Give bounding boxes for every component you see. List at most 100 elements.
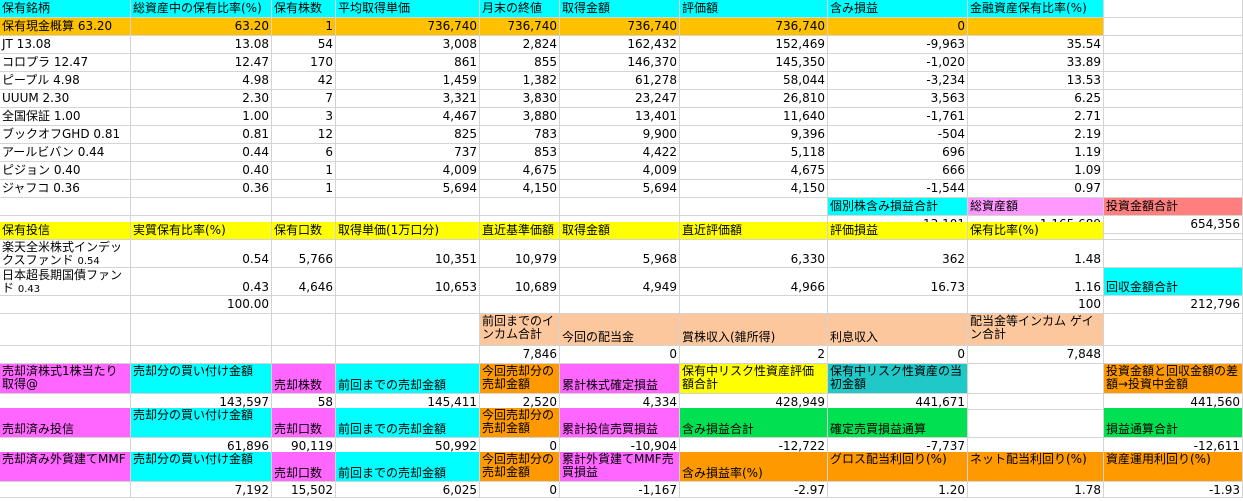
holding-row-cell[interactable]: 737 bbox=[336, 144, 480, 162]
empty-cell[interactable] bbox=[1104, 54, 1243, 72]
holding-row-cell[interactable]: 26,810 bbox=[680, 90, 828, 108]
empty-cell[interactable] bbox=[272, 198, 336, 216]
holding-row-cell[interactable]: 2.30 bbox=[131, 90, 272, 108]
holding-row-cell[interactable]: 4,009 bbox=[560, 162, 680, 180]
funds-header-cell[interactable]: 保有口数 bbox=[272, 222, 336, 240]
holding-row-cell[interactable]: 666 bbox=[828, 162, 968, 180]
sales-label-cell[interactable]: 累計株式確定損益 bbox=[560, 364, 680, 394]
holding-row-cell[interactable]: アールビバン 0.44 bbox=[0, 144, 131, 162]
cash-row-cell[interactable] bbox=[968, 18, 1104, 36]
fund-row-cell[interactable]: 4,949 bbox=[560, 268, 680, 296]
fund-holding-total[interactable]: 100 bbox=[968, 296, 1104, 314]
sales-value-cell[interactable]: -1.93 bbox=[1104, 482, 1243, 498]
cash-row-cell[interactable]: 736,740 bbox=[480, 18, 560, 36]
empty-cell[interactable] bbox=[560, 198, 680, 216]
holding-row-cell[interactable]: 145,350 bbox=[680, 54, 828, 72]
holding-row-cell[interactable]: 162,432 bbox=[560, 36, 680, 54]
holding-row-cell[interactable]: 54 bbox=[272, 36, 336, 54]
empty-cell[interactable] bbox=[336, 346, 480, 364]
holding-row-cell[interactable]: 9,396 bbox=[680, 126, 828, 144]
holdings-header-cell[interactable]: 平均取得単価 bbox=[336, 0, 480, 18]
sales-label-cell[interactable]: 確定売買損益通算 bbox=[828, 408, 968, 438]
holding-row-cell[interactable]: UUUM 2.30 bbox=[0, 90, 131, 108]
empty-cell[interactable] bbox=[480, 296, 560, 314]
fund-row-cell[interactable]: 1.16 bbox=[968, 268, 1104, 296]
sales-label-cell[interactable]: 今回売却分の売却金額 bbox=[480, 408, 560, 438]
sales-value-cell[interactable]: 1.78 bbox=[968, 482, 1104, 498]
holding-row-cell[interactable]: 0.44 bbox=[131, 144, 272, 162]
holding-row-cell[interactable]: 1,459 bbox=[336, 72, 480, 90]
holding-row-cell[interactable]: 58,044 bbox=[680, 72, 828, 90]
funds-header-cell[interactable]: 実質保有比率(%) bbox=[131, 222, 272, 240]
income-value-cell[interactable]: 0 bbox=[828, 346, 968, 364]
sales-label-cell[interactable]: 損益通算合計 bbox=[1104, 408, 1243, 438]
fund-row-cell[interactable]: 10,689 bbox=[480, 268, 560, 296]
holding-row-cell[interactable]: 5,118 bbox=[680, 144, 828, 162]
fund-name-cell[interactable]: 日本超長期国債ファンド 0.43 bbox=[0, 268, 131, 296]
holding-row-cell[interactable]: 825 bbox=[336, 126, 480, 144]
holding-row-cell[interactable]: 4,467 bbox=[336, 108, 480, 126]
sales-label-cell[interactable]: 売却口数 bbox=[272, 408, 336, 438]
fund-row-cell[interactable]: 4,646 bbox=[272, 268, 336, 296]
cash-row-cell[interactable]: 736,740 bbox=[680, 18, 828, 36]
income-interest-label[interactable]: 利息収入 bbox=[828, 314, 968, 346]
empty-cell[interactable] bbox=[1104, 144, 1243, 162]
holding-row-cell[interactable]: 13.53 bbox=[968, 72, 1104, 90]
income-gain-total-label[interactable]: 配当金等インカム ゲイン合計 bbox=[968, 314, 1104, 346]
sales-label-cell[interactable]: 前回までの売却金額 bbox=[336, 408, 480, 438]
holding-row-cell[interactable]: 9,900 bbox=[560, 126, 680, 144]
holding-row-cell[interactable]: 6.25 bbox=[968, 90, 1104, 108]
sales-label-cell[interactable]: 累計外貨建てMMF売買損益 bbox=[560, 452, 680, 482]
sales-label-cell[interactable]: 売却分の買い付け金額 bbox=[131, 408, 272, 438]
sales-label-cell[interactable]: 売却口数 bbox=[272, 452, 336, 482]
fund-row-cell[interactable]: 10,351 bbox=[336, 240, 480, 268]
sales-label-cell[interactable]: グロス配当利回り(%) bbox=[828, 452, 968, 482]
empty-cell[interactable] bbox=[336, 296, 480, 314]
holding-row-cell[interactable]: 0.36 bbox=[131, 180, 272, 198]
holding-row-cell[interactable]: -504 bbox=[828, 126, 968, 144]
income-value-cell[interactable]: 7,848 bbox=[968, 346, 1104, 364]
fund-row-cell[interactable]: 0.43 bbox=[131, 268, 272, 296]
fund-row-cell[interactable]: 5,766 bbox=[272, 240, 336, 268]
empty-cell[interactable] bbox=[828, 296, 968, 314]
funds-header-cell[interactable]: 直近評価額 bbox=[680, 222, 828, 240]
holding-row-cell[interactable]: 3,321 bbox=[336, 90, 480, 108]
holding-row-cell[interactable]: 1,382 bbox=[480, 72, 560, 90]
holding-row-cell[interactable]: 61,278 bbox=[560, 72, 680, 90]
holding-row-cell[interactable]: 3,008 bbox=[336, 36, 480, 54]
holding-row-cell[interactable]: 5,694 bbox=[336, 180, 480, 198]
investment-total-label[interactable]: 投資金額合計 bbox=[1104, 198, 1243, 216]
holding-row-cell[interactable]: 1 bbox=[272, 162, 336, 180]
holding-row-cell[interactable]: 4,009 bbox=[336, 162, 480, 180]
holding-row-cell[interactable]: 3,880 bbox=[480, 108, 560, 126]
funds-header-cell[interactable]: 保有投信 bbox=[0, 222, 131, 240]
holding-row-cell[interactable]: ピープル 4.98 bbox=[0, 72, 131, 90]
cash-row-cell[interactable]: 1 bbox=[272, 18, 336, 36]
sales-label-cell[interactable]: 保有中リスク性資産評価額合計 bbox=[680, 364, 828, 394]
holding-row-cell[interactable]: 33.89 bbox=[968, 54, 1104, 72]
holding-row-cell[interactable]: 7 bbox=[272, 90, 336, 108]
empty-cell[interactable] bbox=[131, 198, 272, 216]
holding-row-cell[interactable]: ブックオフGHD 0.81 bbox=[0, 126, 131, 144]
holding-row-cell[interactable]: 13.08 bbox=[131, 36, 272, 54]
holding-row-cell[interactable]: 3 bbox=[272, 108, 336, 126]
holding-row-cell[interactable]: 5,694 bbox=[560, 180, 680, 198]
sales-value-cell[interactable]: 0 bbox=[480, 482, 560, 498]
sales-label-cell[interactable]: 売却済み外貨建てMMF bbox=[0, 452, 131, 482]
empty-cell[interactable] bbox=[131, 346, 272, 364]
holding-row-cell[interactable]: JT 13.08 bbox=[0, 36, 131, 54]
sales-label-cell[interactable]: 売却分の買い付け金額 bbox=[131, 452, 272, 482]
empty-cell[interactable] bbox=[272, 346, 336, 364]
sales-label-cell[interactable]: 売却済株式1株当たり取得@ bbox=[0, 364, 131, 394]
holding-row-cell[interactable]: -9,963 bbox=[828, 36, 968, 54]
holding-row-cell[interactable]: 152,469 bbox=[680, 36, 828, 54]
sales-label-cell[interactable]: 投資金額と回収金額の差額→投資中金額 bbox=[1104, 364, 1243, 394]
empty-cell[interactable] bbox=[680, 296, 828, 314]
holding-row-cell[interactable]: 4,150 bbox=[480, 180, 560, 198]
holding-row-cell[interactable]: 1.09 bbox=[968, 162, 1104, 180]
sales-value-cell[interactable]: -1,167 bbox=[560, 482, 680, 498]
empty-cell[interactable] bbox=[1104, 162, 1243, 180]
sales-label-cell[interactable]: 売却済み投信 bbox=[0, 408, 131, 438]
empty-cell[interactable] bbox=[968, 364, 1104, 394]
holdings-header-cell[interactable]: 評価額 bbox=[680, 0, 828, 18]
